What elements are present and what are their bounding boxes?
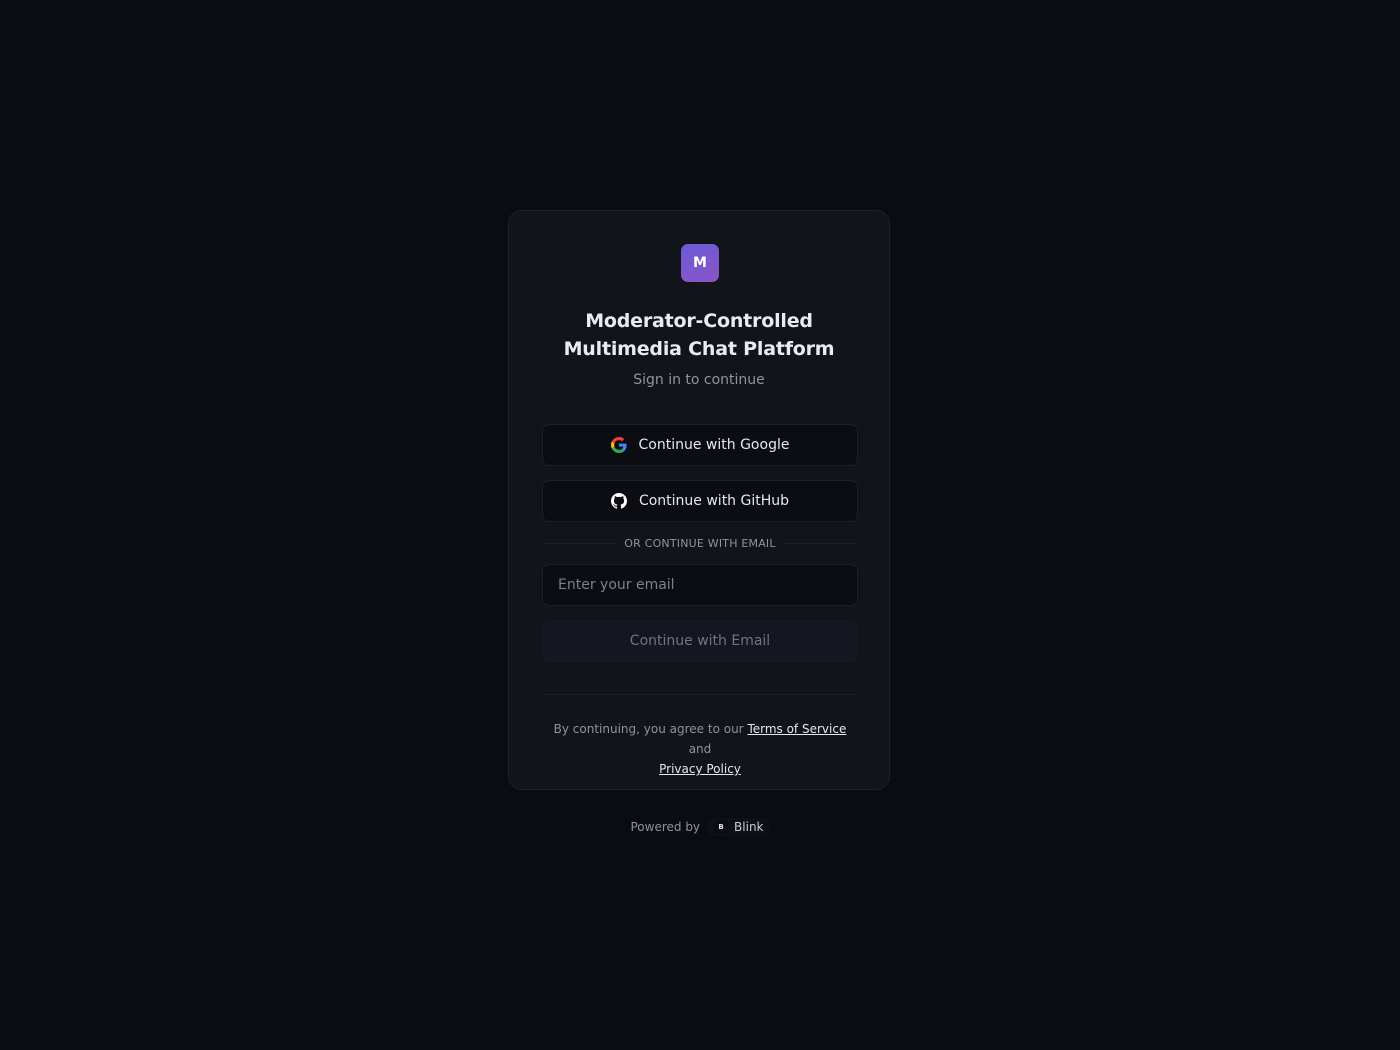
divider-line-right <box>783 542 858 544</box>
divider-line-left <box>542 542 617 544</box>
legal-prefix: By continuing, you agree to our <box>553 722 748 736</box>
divider-label: OR CONTINUE WITH EMAIL <box>624 536 776 550</box>
email-button-label: Continue with Email <box>629 633 771 649</box>
google-button-label: Continue with Google <box>638 437 790 453</box>
legal-separator <box>542 694 858 695</box>
continue-with-google-button[interactable]: Continue with Google <box>542 424 858 466</box>
app-logo-letter: M <box>693 255 707 271</box>
github-button-label: Continue with GitHub <box>638 493 790 509</box>
powered-by-label: Powered by <box>630 820 701 834</box>
page-subtitle: Sign in to continue <box>633 372 765 388</box>
continue-with-github-button[interactable]: Continue with GitHub <box>542 480 858 522</box>
terms-of-service-link[interactable]: Terms of Service <box>747 722 846 736</box>
blink-brand-link[interactable]: B Blink <box>708 818 770 836</box>
github-icon <box>610 493 627 509</box>
privacy-policy-link[interactable]: Privacy Policy <box>659 762 741 776</box>
powered-by-footer: Powered by B Blink <box>0 818 1400 836</box>
app-logo: M <box>681 244 719 282</box>
title-line-2: Multimedia Chat Platform <box>563 338 835 360</box>
page-title: Moderator-Controlled Multimedia Chat Pla… <box>529 307 869 363</box>
blink-logo-icon: B <box>714 820 729 834</box>
legal-notice: By continuing, you agree to our Terms of… <box>542 719 858 779</box>
google-icon <box>610 437 627 453</box>
blink-brand-name: Blink <box>734 820 764 834</box>
sign-in-card: M Moderator-Controlled Multimedia Chat P… <box>508 210 890 790</box>
email-input[interactable] <box>542 564 858 606</box>
blink-logo-letter: B <box>718 823 724 831</box>
email-divider: OR CONTINUE WITH EMAIL <box>542 535 858 551</box>
legal-middle: and <box>688 742 712 756</box>
continue-with-email-button[interactable]: Continue with Email <box>542 620 858 662</box>
title-line-1: Moderator-Controlled <box>585 310 813 332</box>
